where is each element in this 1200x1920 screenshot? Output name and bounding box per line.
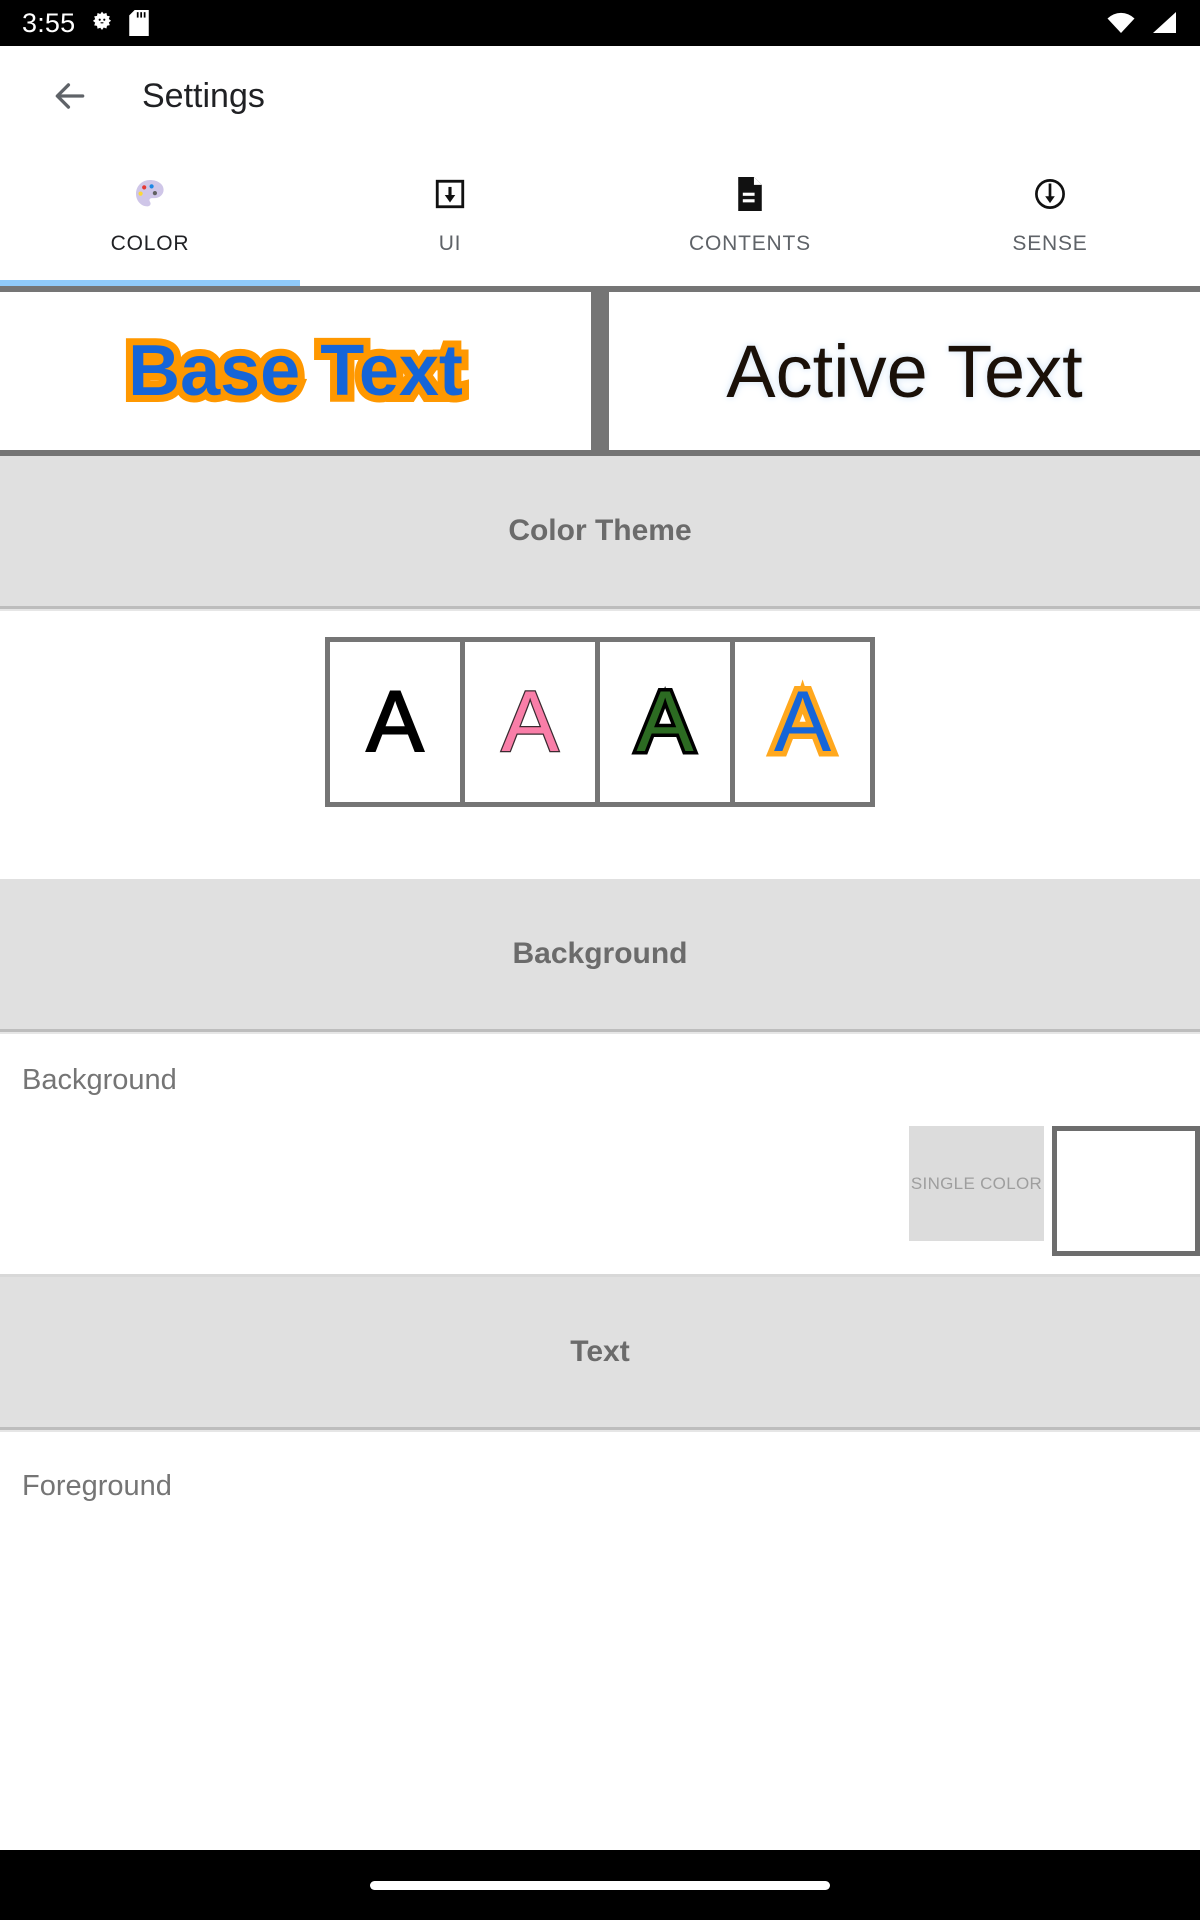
tab-active-indicator	[0, 280, 300, 286]
tab-bar: COLOR UI CONTENTS SENSE	[0, 146, 1200, 286]
section-title-color-theme: Color Theme	[508, 514, 692, 547]
navigation-bar	[0, 1850, 1200, 1920]
background-controls: SINGLE COLOR	[909, 1126, 1200, 1256]
page-title: Settings	[142, 76, 265, 115]
theme-swatch-letter: A	[633, 674, 697, 770]
theme-swatch-letter: A	[365, 674, 424, 770]
theme-swatch-letter: A	[500, 674, 560, 770]
active-text-preview[interactable]: Active Text	[603, 292, 1200, 456]
wifi-icon	[1106, 11, 1136, 35]
download-box-icon	[433, 170, 467, 218]
preview-strip: Base Text Active Text	[0, 286, 1200, 456]
app-bar: Settings	[0, 46, 1200, 146]
tab-ui[interactable]: UI	[300, 146, 600, 286]
status-bar-left: 3:55	[22, 7, 150, 38]
active-text-sample: Active Text	[726, 329, 1083, 413]
home-gesture-pill[interactable]	[370, 1880, 830, 1890]
background-row-label: Background	[22, 1064, 177, 1096]
color-theme-row: A A A A	[0, 611, 1200, 879]
theme-swatch-blue-orange[interactable]: A	[735, 642, 870, 802]
tab-color[interactable]: COLOR	[0, 146, 300, 286]
tab-label-color: COLOR	[110, 232, 190, 255]
circle-down-arrow-icon	[1033, 170, 1067, 218]
section-header-color-theme: Color Theme	[0, 456, 1200, 609]
cellular-signal-icon	[1150, 11, 1178, 35]
foreground-setting-row[interactable]: Foreground	[0, 1432, 1200, 1524]
tab-contents[interactable]: CONTENTS	[600, 146, 900, 286]
tab-sense[interactable]: SENSE	[900, 146, 1200, 286]
theme-swatch-pink[interactable]: A	[465, 642, 600, 802]
section-header-text: Text	[0, 1277, 1200, 1430]
base-text-sample: Base Text	[121, 324, 470, 418]
section-header-background: Background	[0, 879, 1200, 1032]
section-title-text: Text	[570, 1335, 630, 1368]
tab-label-sense: SENSE	[1012, 232, 1088, 255]
color-theme-swatch-group: A A A A	[325, 637, 875, 807]
section-title-background: Background	[512, 937, 688, 970]
sd-card-icon	[129, 10, 150, 36]
tab-label-contents: CONTENTS	[689, 232, 811, 255]
theme-swatch-letter: A	[768, 674, 836, 771]
background-setting-row[interactable]: Background SINGLE COLOR	[0, 1034, 1200, 1274]
theme-swatch-green[interactable]: A	[600, 642, 735, 802]
back-button[interactable]	[46, 72, 94, 120]
status-clock: 3:55	[22, 7, 76, 38]
status-bar: 3:55	[0, 0, 1200, 46]
base-text-preview[interactable]: Base Text	[0, 292, 597, 456]
tab-label-ui: UI	[438, 232, 462, 255]
document-icon	[734, 170, 766, 218]
android-gear-icon	[89, 10, 115, 36]
single-color-button[interactable]: SINGLE COLOR	[909, 1126, 1044, 1241]
status-bar-right	[1106, 11, 1178, 35]
arrow-left-icon	[51, 77, 89, 115]
palette-icon	[132, 170, 168, 218]
theme-swatch-black[interactable]: A	[330, 642, 465, 802]
background-color-preview[interactable]	[1052, 1126, 1200, 1256]
foreground-row-label: Foreground	[22, 1470, 172, 1502]
